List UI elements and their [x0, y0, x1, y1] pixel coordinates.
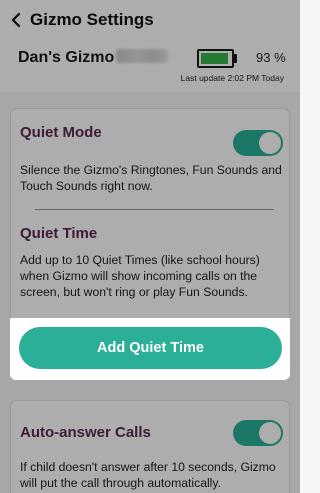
- auto-answer-toggle[interactable]: [233, 420, 283, 446]
- page-title: Gizmo Settings: [30, 10, 154, 29]
- quiet-mode-toggle[interactable]: [233, 130, 283, 156]
- battery-percent: 93 %: [256, 50, 286, 65]
- add-quiet-time-button[interactable]: Add Quiet Time: [19, 327, 282, 369]
- auto-answer-description: If child doesn't answer after 10 seconds…: [20, 460, 276, 490]
- auto-answer-title: Auto-answer Calls: [20, 424, 151, 441]
- battery-icon: [197, 49, 234, 68]
- quiet-time-title: Quiet Time: [20, 225, 98, 242]
- battery-tip: [234, 54, 237, 63]
- redacted-name-blur: [116, 49, 169, 63]
- quiet-time-description: Add up to 10 Quiet Times (like school ho…: [20, 253, 260, 299]
- section-divider: [35, 209, 274, 210]
- device-status-bar: Dan's Gizmo 93 % Last update 2:02 PM Tod…: [0, 40, 300, 92]
- chevron-left-icon[interactable]: [7, 11, 25, 29]
- battery-level-fill: [201, 53, 228, 64]
- toggle-knob: [259, 422, 281, 444]
- device-name: Dan's Gizmo: [18, 49, 169, 67]
- last-update-time: Last update 2:02 PM Today: [180, 73, 284, 83]
- app-header: Gizmo Settings: [0, 0, 300, 40]
- quiet-mode-title: Quiet Mode: [20, 124, 102, 141]
- toggle-knob: [259, 132, 281, 154]
- quiet-mode-description: Silence the Gizmo's Ringtones, Fun Sound…: [20, 163, 282, 193]
- device-name-text: Dan's Gizmo: [18, 49, 115, 66]
- auto-answer-card: Auto-answer Calls If child doesn't answe…: [10, 400, 290, 493]
